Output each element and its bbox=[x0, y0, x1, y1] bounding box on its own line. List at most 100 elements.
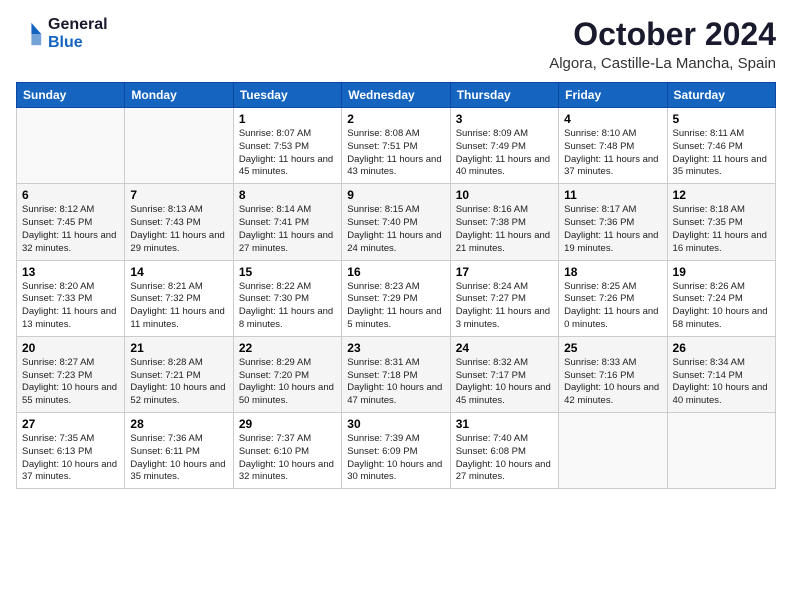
day-number: 21 bbox=[130, 341, 227, 355]
day-detail: Sunrise: 8:09 AM Sunset: 7:49 PM Dayligh… bbox=[456, 128, 553, 179]
week-row-1: 1 Sunrise: 8:07 AM Sunset: 7:53 PM Daylig… bbox=[17, 108, 776, 184]
day-detail: Sunrise: 8:29 AM Sunset: 7:20 PM Dayligh… bbox=[239, 357, 336, 408]
day-detail: Sunrise: 8:12 AM Sunset: 7:45 PM Dayligh… bbox=[22, 204, 119, 255]
day-number: 8 bbox=[239, 188, 336, 202]
day-number: 28 bbox=[130, 417, 227, 431]
day-cell: 26 Sunrise: 8:34 AM Sunset: 7:14 PM Dayli… bbox=[667, 336, 775, 412]
day-cell: 30Sunrise: 7:39 AM Sunset: 6:09 PM Dayli… bbox=[342, 413, 450, 489]
day-detail: Sunrise: 8:24 AM Sunset: 7:27 PM Dayligh… bbox=[456, 281, 553, 332]
day-detail: Sunrise: 8:07 AM Sunset: 7:53 PM Dayligh… bbox=[239, 128, 336, 179]
day-cell: 25 Sunrise: 8:33 AM Sunset: 7:16 PM Dayli… bbox=[559, 336, 667, 412]
day-number: 24 bbox=[456, 341, 553, 355]
week-row-5: 27 Sunrise: 7:35 AM Sunset: 6:13 PM Dayli… bbox=[17, 413, 776, 489]
day-number: 13 bbox=[22, 265, 119, 279]
day-number: 12 bbox=[673, 188, 770, 202]
day-detail: Sunrise: 8:20 AM Sunset: 7:33 PM Dayligh… bbox=[22, 281, 119, 332]
day-detail: Sunrise: 8:34 AM Sunset: 7:14 PM Dayligh… bbox=[673, 357, 770, 408]
day-detail: Sunrise: 8:08 AM Sunset: 7:51 PM Dayligh… bbox=[347, 128, 444, 179]
day-number: 4 bbox=[564, 112, 661, 126]
day-detail: Sunrise: 8:31 AM Sunset: 7:18 PM Dayligh… bbox=[347, 357, 444, 408]
col-wednesday: Wednesday bbox=[342, 83, 450, 108]
header-row: Sunday Monday Tuesday Wednesday Thursday… bbox=[17, 83, 776, 108]
day-cell: 28 Sunrise: 7:36 AM Sunset: 6:11 PM Dayli… bbox=[125, 413, 233, 489]
calendar-body: 1 Sunrise: 8:07 AM Sunset: 7:53 PM Daylig… bbox=[17, 108, 776, 489]
day-detail: Sunrise: 8:17 AM Sunset: 7:36 PM Dayligh… bbox=[564, 204, 661, 255]
day-detail: Sunrise: 8:27 AM Sunset: 7:23 PM Dayligh… bbox=[22, 357, 119, 408]
day-detail: Sunrise: 7:36 AM Sunset: 6:11 PM Dayligh… bbox=[130, 433, 227, 484]
day-cell: 8 Sunrise: 8:14 AM Sunset: 7:41 PM Daylig… bbox=[233, 184, 341, 260]
day-cell: 24 Sunrise: 8:32 AM Sunset: 7:17 PM Dayli… bbox=[450, 336, 558, 412]
day-number: 19 bbox=[673, 265, 770, 279]
day-number: 7 bbox=[130, 188, 227, 202]
day-number: 27 bbox=[22, 417, 119, 431]
day-number: 26 bbox=[673, 341, 770, 355]
day-number: 1 bbox=[239, 112, 336, 126]
day-cell: 3 Sunrise: 8:09 AM Sunset: 7:49 PM Daylig… bbox=[450, 108, 558, 184]
day-detail: Sunrise: 7:40 AM Sunset: 6:08 PM Dayligh… bbox=[456, 433, 553, 484]
day-cell: 22 Sunrise: 8:29 AM Sunset: 7:20 PM Dayli… bbox=[233, 336, 341, 412]
day-number: 25 bbox=[564, 341, 661, 355]
col-sunday: Sunday bbox=[17, 83, 125, 108]
day-cell: 23Sunrise: 8:31 AM Sunset: 7:18 PM Dayli… bbox=[342, 336, 450, 412]
week-row-2: 6 Sunrise: 8:12 AM Sunset: 7:45 PM Daylig… bbox=[17, 184, 776, 260]
day-detail: Sunrise: 8:23 AM Sunset: 7:29 PM Dayligh… bbox=[347, 281, 444, 332]
day-cell: 18 Sunrise: 8:25 AM Sunset: 7:26 PM Dayli… bbox=[559, 260, 667, 336]
day-number: 6 bbox=[22, 188, 119, 202]
col-saturday: Saturday bbox=[667, 83, 775, 108]
day-cell: 2 Sunrise: 8:08 AM Sunset: 7:51 PM Daylig… bbox=[342, 108, 450, 184]
day-detail: Sunrise: 8:33 AM Sunset: 7:16 PM Dayligh… bbox=[564, 357, 661, 408]
calendar-header: Sunday Monday Tuesday Wednesday Thursday… bbox=[17, 83, 776, 108]
col-friday: Friday bbox=[559, 83, 667, 108]
day-cell: 5Sunrise: 8:11 AM Sunset: 7:46 PM Daylig… bbox=[667, 108, 775, 184]
day-cell: 20 Sunrise: 8:27 AM Sunset: 7:23 PM Dayli… bbox=[17, 336, 125, 412]
day-number: 14 bbox=[130, 265, 227, 279]
day-cell bbox=[125, 108, 233, 184]
day-number: 18 bbox=[564, 265, 661, 279]
day-cell bbox=[559, 413, 667, 489]
day-cell: 7 Sunrise: 8:13 AM Sunset: 7:43 PM Daylig… bbox=[125, 184, 233, 260]
day-number: 22 bbox=[239, 341, 336, 355]
logo-icon bbox=[16, 20, 44, 48]
day-detail: Sunrise: 8:28 AM Sunset: 7:21 PM Dayligh… bbox=[130, 357, 227, 408]
day-detail: Sunrise: 8:25 AM Sunset: 7:26 PM Dayligh… bbox=[564, 281, 661, 332]
day-cell: 21 Sunrise: 8:28 AM Sunset: 7:21 PM Dayli… bbox=[125, 336, 233, 412]
day-cell: 14 Sunrise: 8:21 AM Sunset: 7:32 PM Dayli… bbox=[125, 260, 233, 336]
day-cell: 31Sunrise: 7:40 AM Sunset: 6:08 PM Dayli… bbox=[450, 413, 558, 489]
day-detail: Sunrise: 8:32 AM Sunset: 7:17 PM Dayligh… bbox=[456, 357, 553, 408]
day-number: 16 bbox=[347, 265, 444, 279]
day-detail: Sunrise: 8:14 AM Sunset: 7:41 PM Dayligh… bbox=[239, 204, 336, 255]
day-detail: Sunrise: 8:15 AM Sunset: 7:40 PM Dayligh… bbox=[347, 204, 444, 255]
week-row-3: 13 Sunrise: 8:20 AM Sunset: 7:33 PM Dayli… bbox=[17, 260, 776, 336]
title-block: October 2024 Algora, Castille-La Mancha,… bbox=[549, 16, 776, 72]
day-cell bbox=[667, 413, 775, 489]
day-cell: 15Sunrise: 8:22 AM Sunset: 7:30 PM Dayli… bbox=[233, 260, 341, 336]
logo: General Blue bbox=[16, 16, 108, 51]
week-row-4: 20 Sunrise: 8:27 AM Sunset: 7:23 PM Dayli… bbox=[17, 336, 776, 412]
col-tuesday: Tuesday bbox=[233, 83, 341, 108]
col-monday: Monday bbox=[125, 83, 233, 108]
day-cell: 9 Sunrise: 8:15 AM Sunset: 7:40 PM Daylig… bbox=[342, 184, 450, 260]
day-number: 11 bbox=[564, 188, 661, 202]
day-detail: Sunrise: 8:11 AM Sunset: 7:46 PM Dayligh… bbox=[673, 128, 770, 179]
location-subtitle: Algora, Castille-La Mancha, Spain bbox=[549, 55, 776, 72]
day-detail: Sunrise: 7:35 AM Sunset: 6:13 PM Dayligh… bbox=[22, 433, 119, 484]
day-number: 2 bbox=[347, 112, 444, 126]
day-detail: Sunrise: 8:18 AM Sunset: 7:35 PM Dayligh… bbox=[673, 204, 770, 255]
page-header: General Blue October 2024 Algora, Castil… bbox=[16, 16, 776, 72]
day-cell: 16 Sunrise: 8:23 AM Sunset: 7:29 PM Dayli… bbox=[342, 260, 450, 336]
logo-blue: Blue bbox=[48, 34, 83, 51]
day-cell: 29Sunrise: 7:37 AM Sunset: 6:10 PM Dayli… bbox=[233, 413, 341, 489]
day-detail: Sunrise: 8:26 AM Sunset: 7:24 PM Dayligh… bbox=[673, 281, 770, 332]
day-number: 9 bbox=[347, 188, 444, 202]
month-title: October 2024 bbox=[549, 16, 776, 53]
day-number: 10 bbox=[456, 188, 553, 202]
calendar-table: Sunday Monday Tuesday Wednesday Thursday… bbox=[16, 82, 776, 489]
day-detail: Sunrise: 8:21 AM Sunset: 7:32 PM Dayligh… bbox=[130, 281, 227, 332]
day-detail: Sunrise: 8:13 AM Sunset: 7:43 PM Dayligh… bbox=[130, 204, 227, 255]
day-cell: 1 Sunrise: 8:07 AM Sunset: 7:53 PM Daylig… bbox=[233, 108, 341, 184]
day-cell: 17Sunrise: 8:24 AM Sunset: 7:27 PM Dayli… bbox=[450, 260, 558, 336]
day-detail: Sunrise: 7:39 AM Sunset: 6:09 PM Dayligh… bbox=[347, 433, 444, 484]
day-number: 3 bbox=[456, 112, 553, 126]
day-cell: 4Sunrise: 8:10 AM Sunset: 7:48 PM Daylig… bbox=[559, 108, 667, 184]
day-number: 20 bbox=[22, 341, 119, 355]
